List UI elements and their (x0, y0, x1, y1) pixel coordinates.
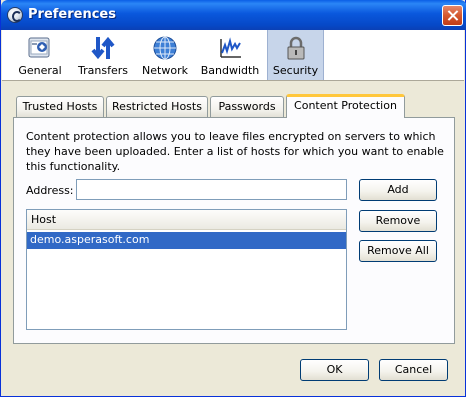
general-icon (28, 37, 50, 58)
cancel-button[interactable]: Cancel (379, 359, 448, 381)
address-input[interactable] (76, 179, 347, 200)
network-icon (153, 36, 177, 60)
toolbar-item-label: Bandwidth (200, 64, 260, 77)
app-icon (7, 7, 23, 23)
toolbar-item-network[interactable]: Network (138, 30, 192, 80)
toolbar-item-transfers[interactable]: Transfers (74, 30, 132, 80)
toolbar-item-general[interactable]: General (10, 30, 70, 80)
hosts-list[interactable]: Host demo.asperasoft.com (26, 209, 347, 330)
lock-icon (287, 36, 304, 60)
host-column-header[interactable]: Host (27, 210, 346, 230)
transfers-icon (91, 36, 115, 60)
title-bar[interactable]: Preferences (1, 0, 466, 30)
address-label: Address: (26, 184, 74, 197)
remove-all-button[interactable]: Remove All (359, 240, 437, 262)
toolbar-item-label: Network (142, 64, 188, 77)
add-button[interactable]: Add (359, 179, 437, 201)
toolbar-item-label: Security (272, 64, 319, 77)
tab-trusted-hosts[interactable]: Trusted Hosts (16, 96, 104, 117)
content-protection-panel: Content protection allows you to leave f… (13, 117, 455, 344)
toolbar-item-security[interactable]: Security (267, 30, 324, 80)
ok-button[interactable]: OK (300, 359, 369, 381)
tab-restricted-hosts[interactable]: Restricted Hosts (106, 96, 208, 117)
preferences-window: Preferences General Transfers Network Ba… (0, 0, 466, 397)
preferences-toolbar: General Transfers Network Bandwidth Secu… (2, 30, 464, 81)
toolbar-item-bandwidth[interactable]: Bandwidth (198, 30, 262, 80)
window-title: Preferences (28, 7, 116, 22)
close-button[interactable] (442, 5, 463, 26)
remove-button[interactable]: Remove (359, 210, 437, 232)
list-item[interactable]: demo.asperasoft.com (27, 232, 346, 249)
toolbar-item-label: Transfers (78, 64, 128, 77)
tab-control: Trusted Hosts Restricted Hosts Passwords… (13, 94, 455, 344)
description-text: Content protection allows you to leave f… (26, 130, 444, 173)
tab-passwords[interactable]: Passwords (210, 96, 284, 117)
tab-content-protection[interactable]: Content Protection (286, 94, 405, 118)
bandwidth-icon (220, 37, 241, 58)
toolbar-item-label: General (18, 64, 62, 77)
